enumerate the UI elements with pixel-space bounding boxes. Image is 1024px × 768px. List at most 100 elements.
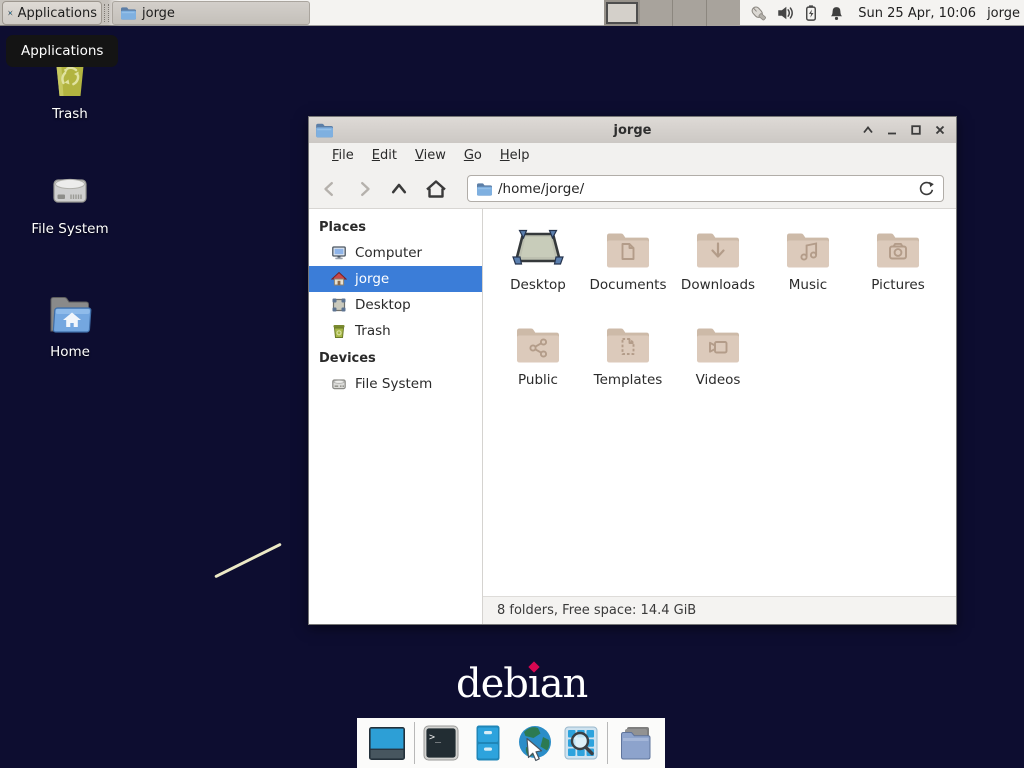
brand-text-post: an — [540, 661, 588, 707]
documents-folder-icon — [604, 229, 652, 269]
toolbar: /home/jorge/ — [309, 169, 956, 209]
terminal-icon: >_ — [421, 723, 461, 763]
computer-icon — [331, 245, 347, 261]
downloads-folder-icon — [694, 229, 742, 269]
hard-disk-icon — [47, 168, 93, 214]
tooltip-text: Applications — [21, 43, 103, 59]
debian-wallpaper-logo: debıan — [456, 662, 587, 706]
directory-menu-launcher[interactable] — [615, 723, 655, 763]
notifications-bell-icon[interactable] — [828, 5, 845, 22]
sidebar-item-label: jorge — [355, 271, 389, 287]
gray-folder-icon — [615, 723, 655, 763]
menu-go[interactable]: Go — [455, 143, 491, 169]
terminal-launcher[interactable]: >_ — [421, 723, 461, 763]
window-body: Places Computer jorge — [309, 209, 956, 624]
folder-icon — [120, 5, 136, 21]
file-item-videos[interactable]: Videos — [673, 312, 763, 407]
desktop-surface-icon — [512, 227, 564, 269]
globe-browser-icon — [514, 723, 554, 763]
xfce-applications-icon — [7, 4, 14, 22]
workspace-4[interactable] — [707, 0, 740, 26]
workspace-switcher — [604, 0, 740, 26]
file-item-public[interactable]: Public — [493, 312, 583, 407]
web-browser-launcher[interactable] — [514, 723, 554, 763]
panel-clock[interactable]: Sun 25 Apr, 10:06 — [858, 6, 976, 21]
menu-help[interactable]: Help — [491, 143, 539, 169]
sidebar-item-computer[interactable]: Computer — [309, 240, 482, 266]
file-item-documents[interactable]: Documents — [583, 217, 673, 312]
brand-text-pre: deb — [456, 661, 528, 707]
app-finder-icon — [561, 723, 601, 763]
path-field[interactable]: /home/jorge/ — [467, 175, 944, 202]
videos-folder-icon — [694, 324, 742, 364]
dock-separator — [414, 722, 415, 764]
menu-file[interactable]: File — [323, 143, 363, 169]
back-button[interactable] — [321, 180, 339, 198]
mouse-icon[interactable] — [748, 4, 767, 23]
window-titlebar[interactable]: jorge — [309, 117, 956, 143]
up-button[interactable] — [389, 180, 409, 198]
home-icon — [331, 271, 347, 287]
file-item-desktop[interactable]: Desktop — [493, 217, 583, 312]
window-controls — [862, 124, 956, 136]
desktop-icon-file-system[interactable]: File System — [10, 168, 130, 237]
file-item-label: Templates — [594, 372, 663, 388]
sidebar-item-jorge[interactable]: jorge — [309, 266, 482, 292]
workspace-3[interactable] — [673, 0, 706, 26]
file-item-label: Videos — [696, 372, 741, 388]
sidebar-item-file-system[interactable]: File System — [309, 371, 482, 397]
panel-separator-grip[interactable] — [104, 4, 109, 22]
application-finder-launcher[interactable] — [561, 723, 601, 763]
system-tray: Sun 25 Apr, 10:06 jorge — [748, 0, 1020, 26]
applications-menu-button[interactable]: Applications — [2, 1, 102, 25]
home-button[interactable] — [425, 179, 447, 199]
file-item-label: Desktop — [510, 277, 566, 293]
top-panel: Applications jorge — [0, 0, 1024, 26]
file-item-label: Public — [518, 372, 558, 388]
sidebar-item-trash[interactable]: Trash — [309, 318, 482, 344]
brand-letter-i: ı — [528, 661, 540, 707]
trash-icon — [331, 323, 347, 339]
file-item-templates[interactable]: Templates — [583, 312, 673, 407]
forward-button[interactable] — [355, 180, 373, 198]
path-text: /home/jorge/ — [498, 181, 584, 197]
taskbar-window-button[interactable]: jorge — [112, 1, 310, 25]
workspace-2[interactable] — [640, 0, 673, 26]
show-desktop-button[interactable] — [367, 723, 407, 763]
desktop-icon-home[interactable]: Home — [10, 293, 130, 360]
sidebar-item-desktop[interactable]: Desktop — [309, 292, 482, 318]
sidebar-item-label: Desktop — [355, 297, 411, 313]
file-manager-launcher[interactable] — [468, 723, 508, 763]
drive-icon — [331, 376, 347, 392]
dock-separator — [607, 722, 608, 764]
file-item-pictures[interactable]: Pictures — [853, 217, 943, 312]
statusbar: 8 folders, Free space: 14.4 GiB — [483, 596, 956, 624]
dock-panel: >_ — [357, 718, 665, 768]
music-folder-icon — [784, 229, 832, 269]
desktop-icon-label: Trash — [52, 106, 88, 122]
battery-icon[interactable] — [803, 4, 819, 22]
panel-user-menu[interactable]: jorge — [987, 6, 1020, 21]
menu-edit[interactable]: Edit — [363, 143, 406, 169]
sidebar-header-devices: Devices — [309, 344, 482, 371]
volume-icon[interactable] — [776, 4, 794, 22]
file-item-downloads[interactable]: Downloads — [673, 217, 763, 312]
home-folder-icon — [46, 293, 94, 337]
file-item-label: Downloads — [681, 277, 755, 293]
maximize-icon[interactable] — [910, 124, 922, 136]
file-item-label: Documents — [590, 277, 667, 293]
window-title: jorge — [309, 123, 956, 138]
wallpaper-line-artifact — [214, 543, 282, 579]
templates-folder-icon — [604, 324, 652, 364]
minimize-icon[interactable] — [886, 124, 898, 136]
menu-view[interactable]: View — [406, 143, 455, 169]
file-item-music[interactable]: Music — [763, 217, 853, 312]
shade-icon[interactable] — [862, 124, 874, 136]
file-manager-window: jorge File Edit View Go Help — [308, 116, 957, 625]
file-cabinet-icon — [468, 723, 508, 763]
desktop-icon — [331, 297, 347, 313]
workspace-1[interactable] — [606, 2, 638, 24]
close-icon[interactable] — [934, 124, 946, 136]
main-column: Desktop Documents — [483, 209, 956, 624]
reload-button[interactable] — [918, 180, 935, 197]
